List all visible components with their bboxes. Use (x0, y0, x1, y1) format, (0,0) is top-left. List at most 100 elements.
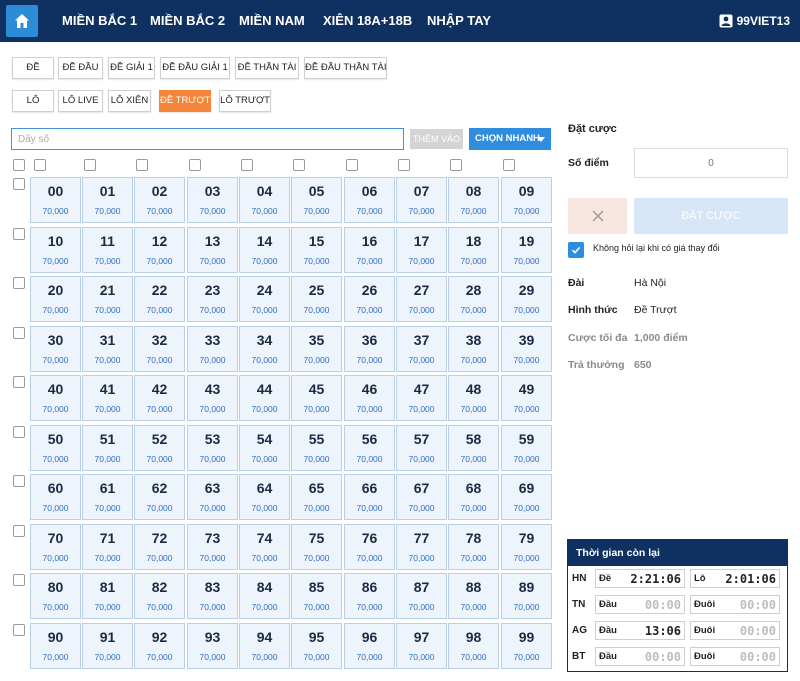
row-checkbox[interactable] (13, 525, 25, 537)
number-cell[interactable]: 42 70,000 (134, 375, 185, 421)
number-cell[interactable]: 85 70,000 (291, 573, 342, 619)
nav-mien-bac-1[interactable]: MIỀN BẮC 1 (62, 0, 137, 42)
number-cell[interactable]: 71 70,000 (82, 524, 133, 570)
number-cell[interactable]: 09 70,000 (501, 177, 552, 223)
number-cell[interactable]: 80 70,000 (30, 573, 81, 619)
number-cell[interactable]: 28 70,000 (448, 276, 499, 322)
tab-lo-truot[interactable]: LÔ TRƯỢT (219, 90, 271, 112)
number-cell[interactable]: 86 70,000 (344, 573, 395, 619)
number-cell[interactable]: 67 70,000 (396, 474, 447, 520)
number-cell[interactable]: 08 70,000 (448, 177, 499, 223)
number-cell[interactable]: 77 70,000 (396, 524, 447, 570)
number-cell[interactable]: 14 70,000 (239, 227, 290, 273)
number-cell[interactable]: 49 70,000 (501, 375, 552, 421)
number-cell[interactable]: 00 70,000 (30, 177, 81, 223)
number-cell[interactable]: 90 70,000 (30, 623, 81, 669)
no-ask-checkbox[interactable] (568, 242, 584, 258)
number-cell[interactable]: 57 70,000 (396, 425, 447, 471)
number-cell[interactable]: 23 70,000 (187, 276, 238, 322)
tab-de-giai-1[interactable]: ĐỀ GIẢI 1 (108, 57, 155, 79)
row-checkbox[interactable] (13, 178, 25, 190)
number-sequence-input[interactable] (11, 128, 404, 150)
number-cell[interactable]: 82 70,000 (134, 573, 185, 619)
column-checkbox[interactable] (398, 159, 410, 171)
select-all-checkbox[interactable] (13, 159, 25, 171)
tab-lo[interactable]: LÔ (12, 90, 54, 112)
number-cell[interactable]: 31 70,000 (82, 326, 133, 372)
tab-lo-xien[interactable]: LÔ XIÊN (108, 90, 151, 112)
column-checkbox[interactable] (503, 159, 515, 171)
number-cell[interactable]: 16 70,000 (344, 227, 395, 273)
number-cell[interactable]: 34 70,000 (239, 326, 290, 372)
number-cell[interactable]: 11 70,000 (82, 227, 133, 273)
quick-select-button[interactable]: CHỌN NHANH (469, 128, 551, 150)
number-cell[interactable]: 84 70,000 (239, 573, 290, 619)
row-checkbox[interactable] (13, 228, 25, 240)
number-cell[interactable]: 74 70,000 (239, 524, 290, 570)
number-cell[interactable]: 64 70,000 (239, 474, 290, 520)
row-checkbox[interactable] (13, 327, 25, 339)
number-cell[interactable]: 17 70,000 (396, 227, 447, 273)
tab-de[interactable]: ĐỀ (12, 57, 54, 79)
number-cell[interactable]: 87 70,000 (396, 573, 447, 619)
number-cell[interactable]: 24 70,000 (239, 276, 290, 322)
number-cell[interactable]: 95 70,000 (291, 623, 342, 669)
number-cell[interactable]: 07 70,000 (396, 177, 447, 223)
number-cell[interactable]: 91 70,000 (82, 623, 133, 669)
number-cell[interactable]: 06 70,000 (344, 177, 395, 223)
number-cell[interactable]: 88 70,000 (448, 573, 499, 619)
number-cell[interactable]: 83 70,000 (187, 573, 238, 619)
number-cell[interactable]: 89 70,000 (501, 573, 552, 619)
number-cell[interactable]: 03 70,000 (187, 177, 238, 223)
number-cell[interactable]: 98 70,000 (448, 623, 499, 669)
nav-nhap-tay[interactable]: NHẬP TAY (427, 0, 491, 42)
number-cell[interactable]: 72 70,000 (134, 524, 185, 570)
column-checkbox[interactable] (84, 159, 96, 171)
points-input[interactable] (634, 148, 788, 178)
number-cell[interactable]: 15 70,000 (291, 227, 342, 273)
row-checkbox[interactable] (13, 624, 25, 636)
number-cell[interactable]: 41 70,000 (82, 375, 133, 421)
number-cell[interactable]: 63 70,000 (187, 474, 238, 520)
number-cell[interactable]: 54 70,000 (239, 425, 290, 471)
row-checkbox[interactable] (13, 376, 25, 388)
number-cell[interactable]: 55 70,000 (291, 425, 342, 471)
column-checkbox[interactable] (450, 159, 462, 171)
number-cell[interactable]: 01 70,000 (82, 177, 133, 223)
number-cell[interactable]: 69 70,000 (501, 474, 552, 520)
number-cell[interactable]: 45 70,000 (291, 375, 342, 421)
number-cell[interactable]: 43 70,000 (187, 375, 238, 421)
number-cell[interactable]: 50 70,000 (30, 425, 81, 471)
number-cell[interactable]: 75 70,000 (291, 524, 342, 570)
row-checkbox[interactable] (13, 475, 25, 487)
number-cell[interactable]: 94 70,000 (239, 623, 290, 669)
number-cell[interactable]: 46 70,000 (344, 375, 395, 421)
number-cell[interactable]: 04 70,000 (239, 177, 290, 223)
number-cell[interactable]: 44 70,000 (239, 375, 290, 421)
number-cell[interactable]: 25 70,000 (291, 276, 342, 322)
place-bet-button[interactable]: ĐẶT CƯỢC (634, 198, 788, 234)
number-cell[interactable]: 36 70,000 (344, 326, 395, 372)
number-cell[interactable]: 99 70,000 (501, 623, 552, 669)
number-cell[interactable]: 76 70,000 (344, 524, 395, 570)
number-cell[interactable]: 12 70,000 (134, 227, 185, 273)
number-cell[interactable]: 02 70,000 (134, 177, 185, 223)
user-menu[interactable]: 99VIET13 (719, 0, 790, 42)
number-cell[interactable]: 21 70,000 (82, 276, 133, 322)
number-cell[interactable]: 05 70,000 (291, 177, 342, 223)
nav-mien-bac-2[interactable]: MIỀN BẮC 2 (150, 0, 225, 42)
number-cell[interactable]: 13 70,000 (187, 227, 238, 273)
number-cell[interactable]: 37 70,000 (396, 326, 447, 372)
number-cell[interactable]: 32 70,000 (134, 326, 185, 372)
column-checkbox[interactable] (293, 159, 305, 171)
number-cell[interactable]: 38 70,000 (448, 326, 499, 372)
number-cell[interactable]: 53 70,000 (187, 425, 238, 471)
number-cell[interactable]: 30 70,000 (30, 326, 81, 372)
home-button[interactable] (6, 5, 38, 37)
number-cell[interactable]: 51 70,000 (82, 425, 133, 471)
number-cell[interactable]: 68 70,000 (448, 474, 499, 520)
number-cell[interactable]: 92 70,000 (134, 623, 185, 669)
number-cell[interactable]: 40 70,000 (30, 375, 81, 421)
number-cell[interactable]: 66 70,000 (344, 474, 395, 520)
column-checkbox[interactable] (189, 159, 201, 171)
